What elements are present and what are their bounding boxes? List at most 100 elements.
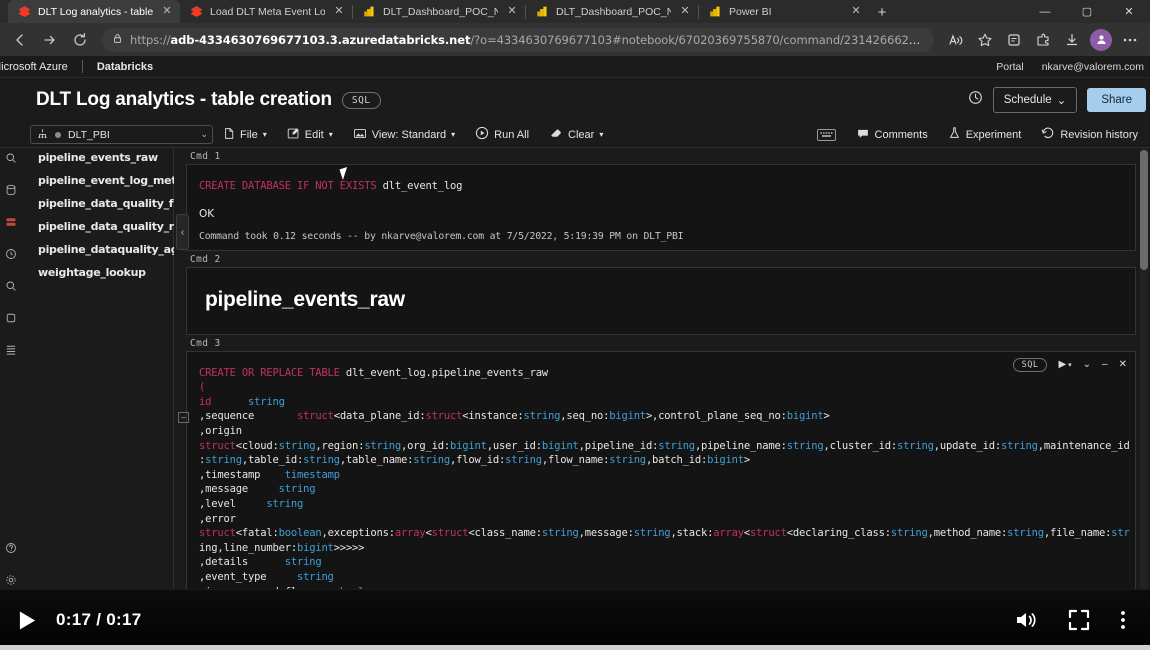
result-metadata: Command took 0.12 seconds -- by nkarve@v… (199, 231, 1135, 242)
browser-tab-5[interactable]: Power BI ✕ (699, 0, 869, 23)
file-menu[interactable]: File ▾ (213, 124, 277, 146)
delete-cell-icon[interactable]: ✕ (1119, 359, 1127, 370)
workflows-icon[interactable] (5, 248, 17, 263)
browser-window: DLT Log analytics - table creation ✕ Loa… (0, 0, 1150, 650)
chevron-down-icon: ⌄ (1057, 93, 1067, 107)
address-bar[interactable]: https://adb-4334630769677103.3.azuredata… (102, 28, 934, 52)
favorite-star-icon[interactable] (971, 27, 999, 53)
collapse-sidebar-handle[interactable]: ‹ (176, 214, 189, 250)
extensions-icon[interactable] (1029, 27, 1057, 53)
help-icon[interactable] (5, 542, 17, 557)
video-progress-bar[interactable] (0, 645, 1150, 650)
notebook-cell-cmd1[interactable]: CREATE DATABASE IF NOT EXISTS dlt_event_… (186, 164, 1136, 251)
azure-brand[interactable]: Microsoft Azure (0, 61, 68, 73)
page-title[interactable]: DLT Log analytics - table creation (36, 89, 332, 111)
fullscreen-icon[interactable] (1068, 609, 1090, 631)
browser-tab-title: DLT_Dashboard_POC_NK - Powe (556, 6, 671, 18)
more-options-icon[interactable] (1120, 609, 1126, 631)
share-button[interactable]: Share (1087, 88, 1146, 112)
catalog-icon[interactable] (5, 344, 17, 359)
browser-tabstrip: DLT Log analytics - table creation ✕ Loa… (0, 0, 1150, 23)
edit-menu[interactable]: Edit ▾ (277, 124, 343, 146)
notebook-scrollbar-thumb[interactable] (1140, 150, 1148, 270)
cell-result-cmd1: OK Command took 0.12 seconds -- by nkarv… (187, 202, 1135, 250)
schedule-label: Schedule (1004, 94, 1052, 106)
collapse-cell-toggle[interactable]: – (178, 412, 189, 423)
maximize-icon[interactable]: ▢ (1066, 0, 1108, 23)
clock-icon[interactable] (968, 90, 983, 110)
minimize-icon[interactable]: — (1024, 0, 1066, 23)
clear-menu[interactable]: Clear ▾ (539, 124, 613, 146)
notebook-cells-container[interactable]: Cmd 1 CREATE DATABASE IF NOT EXISTS dlt_… (174, 148, 1150, 589)
settings-icon[interactable] (5, 574, 17, 589)
powerbi-icon (709, 5, 722, 18)
markdown-heading: pipeline_events_raw (205, 288, 1135, 312)
window-controls: — ▢ ✕ (1024, 0, 1150, 23)
browser-tab-4[interactable]: DLT_Dashboard_POC_NK - Powe ✕ (526, 0, 698, 23)
portal-link[interactable]: Portal (996, 61, 1023, 73)
cell-markdown-cmd2[interactable]: pipeline_events_raw (187, 268, 1135, 334)
close-icon[interactable]: ✕ (505, 5, 519, 19)
code-line: ing,line_number:bigint>>>>> (187, 541, 1135, 556)
cell-editor-cmd1[interactable]: CREATE DATABASE IF NOT EXISTS dlt_event_… (187, 165, 1135, 202)
notebook-body: pipeline_events_raw pipeline_event_log_m… (0, 148, 1150, 589)
view-menu[interactable]: View: Standard ▾ (343, 124, 465, 146)
close-icon[interactable]: ✕ (678, 5, 692, 19)
toc-item-1[interactable]: pipeline_event_log_meta (22, 174, 173, 187)
notebook-cell-cmd3[interactable]: SQL ▶▾ ⌄ – ✕ CREATE OR REPLACE TABLE dlt… (186, 351, 1136, 589)
run-cell-icon[interactable]: ▶▾ (1058, 359, 1071, 370)
run-all-button[interactable]: Run All (465, 124, 539, 146)
models-icon[interactable] (5, 312, 17, 327)
cell-editor-cmd3[interactable]: CREATE OR REPLACE TABLE dlt_event_log.pi… (187, 352, 1135, 589)
revision-history-button[interactable]: Revision history (1031, 124, 1148, 146)
notebook-language-badge[interactable]: SQL (342, 92, 381, 109)
chevron-down-icon[interactable]: ⌄ (1083, 359, 1091, 370)
result-status: OK (199, 208, 1135, 220)
code-line: ,level string (187, 497, 1135, 512)
address-bar-url: https://adb-4334630769677103.3.azuredata… (130, 33, 924, 47)
read-aloud-icon[interactable] (942, 27, 970, 53)
databricks-product-label[interactable]: Databricks (97, 61, 153, 73)
toc-item-5[interactable]: weightage_lookup (22, 266, 173, 279)
schedule-button[interactable]: Schedule ⌄ (993, 87, 1078, 113)
browser-tab-title: Load DLT Meta Event Log - Data (210, 6, 325, 18)
compute-icon[interactable] (5, 216, 17, 231)
search-icon[interactable] (5, 152, 17, 167)
experiment-button[interactable]: Experiment (938, 124, 1032, 146)
keyboard-icon (817, 129, 836, 141)
browser-settings-icon[interactable] (1116, 27, 1144, 53)
data-icon[interactable] (5, 184, 17, 199)
notebook-cell-cmd2[interactable]: pipeline_events_raw (186, 267, 1136, 335)
comments-button[interactable]: Comments (846, 124, 938, 146)
browser-tab-2[interactable]: Load DLT Meta Event Log - Data ✕ (180, 0, 352, 23)
sql-editor-icon[interactable] (5, 280, 17, 295)
cell-language-badge[interactable]: SQL (1013, 358, 1048, 372)
toc-item-4[interactable]: pipeline_dataquality_agg (22, 243, 173, 256)
keyboard-shortcuts-button[interactable] (807, 124, 846, 146)
minimize-cell-icon[interactable]: – (1102, 359, 1108, 370)
toc-item-3[interactable]: pipeline_data_quality_rule (22, 220, 173, 233)
toc-item-2[interactable]: pipeline_data_quality_flow (22, 197, 173, 210)
reload-icon[interactable] (66, 27, 94, 53)
browser-tab-1[interactable]: DLT Log analytics - table creation ✕ (8, 0, 180, 23)
notebook-header-actions: Schedule ⌄ Share (968, 87, 1146, 113)
collections-icon[interactable] (1000, 27, 1028, 53)
volume-icon[interactable] (1014, 609, 1038, 631)
forward-icon[interactable] (36, 27, 64, 53)
browser-tab-3[interactable]: DLT_Dashboard_POC_NK - Powe ✕ (353, 0, 525, 23)
user-email[interactable]: nkarve@valorem.com (1042, 61, 1144, 73)
back-icon[interactable] (6, 27, 34, 53)
new-tab-button[interactable]: + (869, 1, 895, 23)
navbar-icons (942, 27, 1144, 53)
cell-label-cmd1: Cmd 1 (190, 151, 1150, 162)
avatar[interactable] (1090, 29, 1112, 51)
close-icon[interactable]: ✕ (160, 5, 174, 19)
play-icon[interactable] (18, 610, 52, 631)
toc-item-0[interactable]: pipeline_events_raw (22, 151, 173, 164)
downloads-icon[interactable] (1058, 27, 1086, 53)
browser-navbar: https://adb-4334630769677103.3.azuredata… (0, 23, 1150, 56)
close-window-icon[interactable]: ✕ (1108, 0, 1150, 23)
cluster-selector[interactable]: DLT_PBI ⌄ (30, 125, 213, 144)
close-icon[interactable]: ✕ (849, 5, 863, 19)
close-icon[interactable]: ✕ (332, 5, 346, 19)
